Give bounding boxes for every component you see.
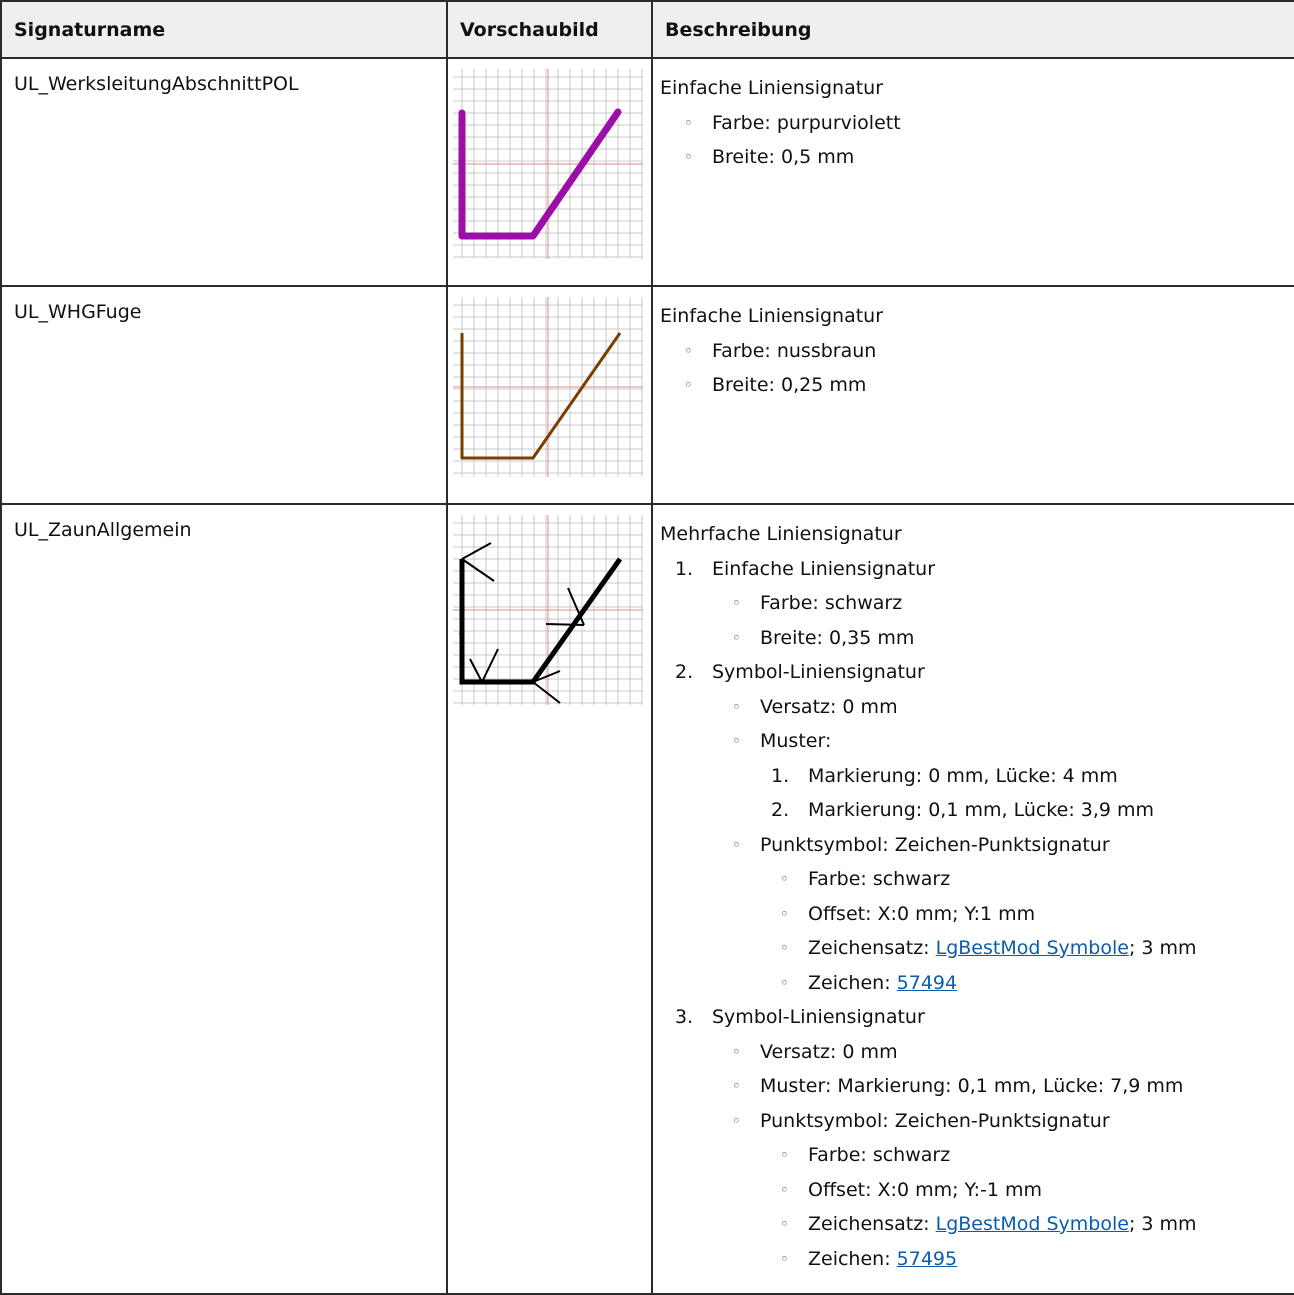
preview-line	[458, 108, 622, 240]
list-item-label: ; 3 mm	[1128, 937, 1197, 959]
list-item-label: Muster:	[760, 730, 832, 752]
list-item: 3. Symbol-Liniensignatur Versatz: 0 mm M…	[675, 1000, 1289, 1277]
preview-cell	[446, 57, 653, 287]
list-item-label: Zeichen:	[808, 1247, 897, 1270]
list-item: Zeichensatz: LgBestMod Symbole; 3 mm	[780, 1207, 1289, 1242]
preview-grid	[453, 297, 643, 477]
list-item: Muster: Markierung: 0,1 mm, Lücke: 7,9 m…	[732, 1069, 1289, 1104]
line-preview-image	[453, 69, 643, 259]
zeichen-link[interactable]: 57495	[897, 1248, 957, 1270]
list-item: Versatz: 0 mm	[732, 1035, 1289, 1070]
table-row: UL_ZaunAllgemein Mehrfache Liniensignatu…	[0, 503, 1294, 1295]
list-item: Zeichensatz: LgBestMod Symbole; 3 mm	[780, 931, 1289, 966]
description-heading: Einfache Liniensignatur	[660, 77, 884, 99]
zeichen-link[interactable]: 57494	[897, 972, 957, 994]
line-preview-image	[453, 515, 643, 705]
list-item: Muster: 1.Markierung: 0 mm, Lücke: 4 mm …	[732, 724, 1289, 828]
signature-name: UL_WerksleitungAbschnittPOL	[0, 57, 448, 287]
list-item: Farbe: nussbraun	[684, 334, 1289, 369]
list-item-label: Markierung: 0 mm, Lücke: 4 mm	[808, 764, 1118, 787]
list-item: Punktsymbol: Zeichen-Punktsignatur Farbe…	[732, 828, 1289, 1001]
preview-cell	[446, 503, 653, 1295]
list-item-title: Symbol-Liniensignatur	[712, 661, 925, 683]
list-item-title: Symbol-Liniensignatur	[712, 1006, 925, 1028]
list-item: Breite: 0,5 mm	[684, 140, 1289, 175]
list-item: Breite: 0,35 mm	[732, 621, 1289, 656]
list-item: Farbe: schwarz	[732, 586, 1289, 621]
zeichensatz-link[interactable]: LgBestMod Symbole	[936, 937, 1129, 959]
list-item-title: Einfache Liniensignatur	[712, 557, 936, 580]
list-item: 2. Markierung: 0,1 mm, Lücke: 3,9 mm	[771, 799, 1155, 821]
list-item-label: Markierung: 0,1 mm, Lücke: 3,9 mm	[808, 799, 1155, 821]
preview-grid	[453, 69, 643, 259]
list-item-label: Zeichensatz:	[808, 937, 936, 959]
list-item: Versatz: 0 mm	[732, 690, 1289, 725]
list-item: Offset: X:0 mm; Y:-1 mm	[780, 1173, 1289, 1208]
header-signaturname: Signaturname	[0, 0, 448, 59]
zeichensatz-link[interactable]: LgBestMod Symbole	[936, 1213, 1129, 1235]
list-item: Zeichen: 57495	[780, 1242, 1289, 1277]
list-item-label: Punktsymbol: Zeichen-Punktsignatur	[760, 1109, 1110, 1132]
list-item: Punktsymbol: Zeichen-Punktsignatur Farbe…	[732, 1104, 1289, 1277]
list-item: Breite: 0,25 mm	[684, 368, 1289, 403]
list-item: Zeichen: 57494	[780, 966, 1289, 1001]
signature-table: Signaturname Vorschaubild Beschreibung U…	[0, 0, 1294, 1295]
list-item-label: Zeichen:	[808, 971, 897, 994]
list-item: Farbe: schwarz	[780, 862, 1289, 897]
table-row: UL_WerksleitungAbschnittPOL Einfache Lin…	[0, 57, 1294, 287]
description-cell: Einfache Liniensignatur Farbe: nussbraun…	[651, 285, 1294, 505]
description-heading: Einfache Liniensignatur	[660, 305, 884, 327]
table-row: UL_WHGFuge Einfache Liniensignatur Farbe…	[0, 285, 1294, 505]
list-item: 1. Markierung: 0 mm, Lücke: 4 mm	[771, 764, 1118, 787]
list-item: Farbe: purpurviolett	[684, 106, 1289, 141]
list-item: 2. Symbol-Liniensignatur Versatz: 0 mm M…	[675, 655, 1289, 1001]
header-beschreibung: Beschreibung	[651, 0, 1294, 59]
list-item-label: ; 3 mm	[1128, 1213, 1197, 1235]
signature-name: UL_WHGFuge	[0, 285, 448, 505]
signature-name: UL_ZaunAllgemein	[0, 503, 448, 1295]
description-cell: Einfache Liniensignatur Farbe: purpurvio…	[651, 57, 1294, 287]
list-item-label: Punktsymbol: Zeichen-Punktsignatur	[760, 833, 1110, 856]
preview-cell	[446, 285, 653, 505]
list-item: 1. Einfache Liniensignatur Farbe: schwar…	[675, 552, 1289, 656]
line-preview-image	[453, 297, 643, 477]
list-item: Farbe: schwarz	[780, 1138, 1289, 1173]
list-item-label: Zeichensatz:	[808, 1213, 936, 1235]
list-item: Offset: X:0 mm; Y:1 mm	[780, 897, 1289, 932]
description-heading: Mehrfache Liniensignatur	[660, 523, 902, 545]
description-cell: Mehrfache Liniensignatur 1. Einfache Lin…	[651, 503, 1294, 1295]
table-header-row: Signaturname Vorschaubild Beschreibung	[0, 0, 1294, 59]
header-vorschaubild: Vorschaubild	[446, 0, 653, 59]
